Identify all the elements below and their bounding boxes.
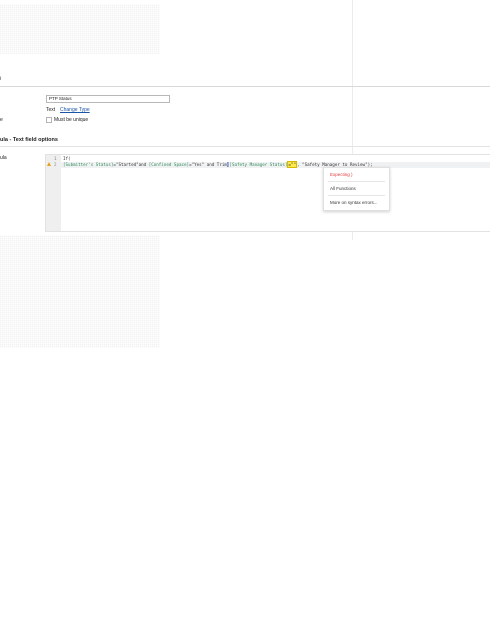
token-op1: ="Started"and [113, 162, 149, 167]
section-title: ula - Text field options [0, 137, 58, 143]
field-name-input[interactable] [46, 95, 170, 103]
change-type-link[interactable]: Change Type [60, 107, 90, 113]
line-number-2: 2 [54, 162, 57, 167]
left-label-b: e [0, 117, 3, 123]
popup-separator-2 [328, 195, 385, 196]
warning-icon [47, 162, 51, 166]
popup-error-message: Expecting ) [330, 172, 353, 177]
background-pattern-top [0, 4, 160, 54]
top-divider [0, 86, 490, 87]
background-pattern-bottom [0, 235, 160, 348]
popup-all-functions[interactable]: All Functions [330, 186, 356, 191]
syntax-error-highlight[interactable]: ="" [287, 161, 297, 168]
token-safety-manager-status: [Safety Manager Status] [229, 162, 288, 167]
must-be-unique-checkbox[interactable] [46, 117, 52, 123]
popup-separator-1 [328, 181, 385, 182]
formula-editor[interactable]: 1 2 If( [Submitter's Status]="Started"an… [45, 154, 490, 232]
must-be-unique-label: Must be unique [54, 117, 89, 123]
token-confined-space: [Confined Space] [148, 162, 190, 167]
section-divider [0, 146, 490, 147]
syntax-error-popup: Expecting ) All Functions More on syntax… [323, 167, 390, 211]
left-label-a: i [0, 76, 2, 82]
token-submitters-status: [Submitter's Status] [63, 162, 114, 167]
token-op2: ="Yes" and Trim [189, 162, 227, 167]
formula-label: ula [0, 155, 7, 161]
popup-more-on-errors[interactable]: More on syntax errors... [330, 200, 378, 205]
field-type-label: Text [46, 107, 56, 113]
